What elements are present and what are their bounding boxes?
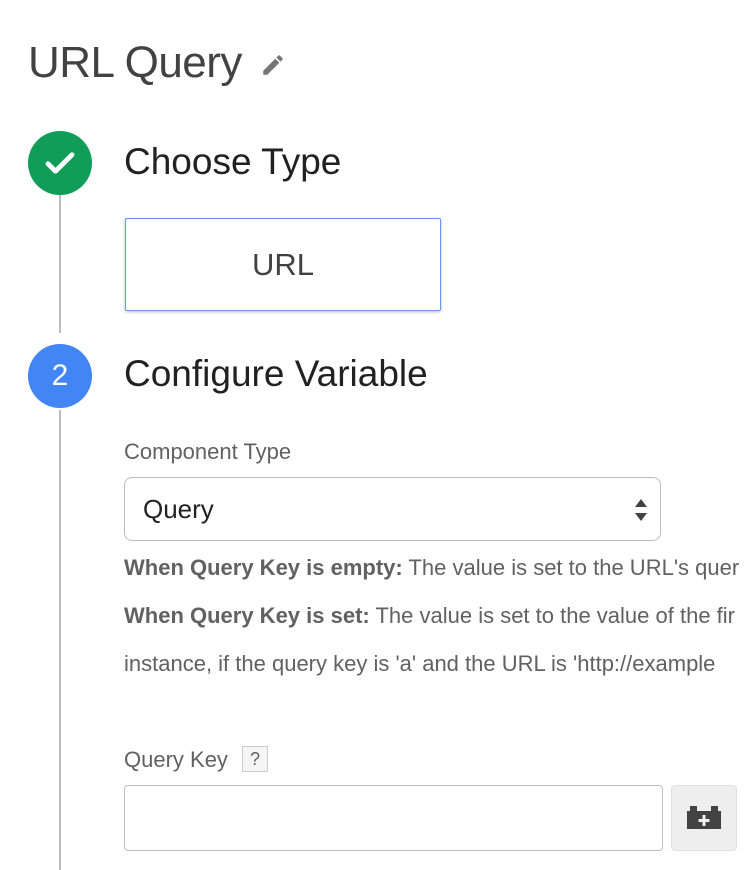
step-title-configure-variable: Configure Variable: [124, 353, 428, 394]
variable-type-card[interactable]: URL: [125, 218, 441, 311]
query-key-label: Query Key: [124, 747, 228, 772]
help-text-set-key: When Query Key is set: The value is set …: [124, 603, 735, 629]
step-title-choose-type: Choose Type: [124, 141, 342, 182]
pencil-icon[interactable]: [260, 52, 286, 78]
component-type-select[interactable]: Query: [124, 477, 661, 541]
step-number: 2: [51, 359, 69, 392]
help-text-bold: When Query Key is set:: [124, 603, 370, 628]
step-complete-badge: [28, 131, 92, 195]
page-title: URL Query: [28, 38, 242, 87]
timeline-connector: [59, 195, 61, 333]
help-text-body: The value is set to the value of the fir: [369, 603, 735, 628]
component-type-label: Component Type: [124, 439, 292, 464]
help-text-empty-key: When Query Key is empty: The value is se…: [124, 555, 739, 581]
select-arrows-icon: [635, 499, 647, 521]
help-text-bold: When Query Key is empty:: [124, 555, 403, 580]
query-key-input[interactable]: [124, 785, 663, 851]
help-text-example: instance, if the query key is 'a' and th…: [124, 651, 716, 676]
variable-type-label: URL: [251, 246, 314, 282]
component-type-value: Query: [143, 493, 214, 524]
step-number-badge: 2: [28, 344, 92, 408]
timeline-connector: [59, 410, 61, 870]
help-text-body: The value is set to the URL's quer: [402, 555, 740, 580]
help-question-icon[interactable]: ?: [242, 746, 268, 772]
lego-plus-icon: [687, 806, 721, 829]
check-icon: [45, 152, 75, 174]
variable-editor: URL Query Choose Type URL 2 Configure Va…: [0, 0, 754, 870]
insert-variable-button[interactable]: [671, 785, 737, 851]
